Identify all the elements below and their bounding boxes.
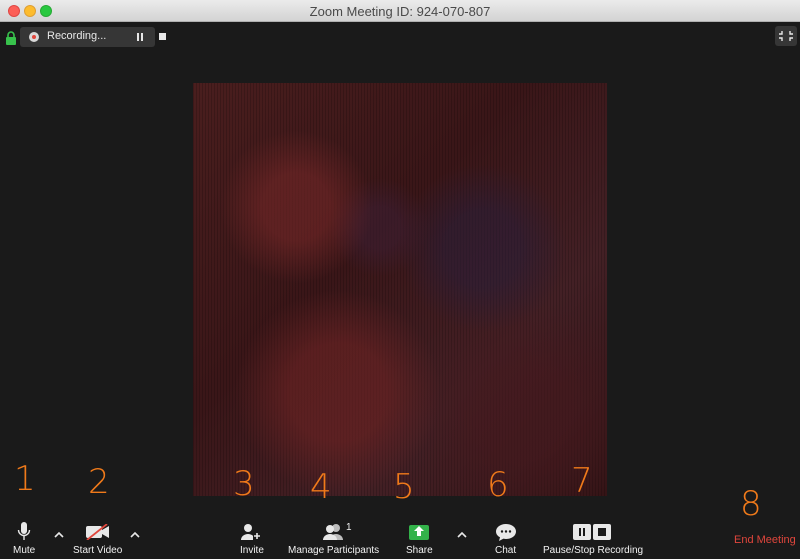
share-screen-icon[interactable] xyxy=(408,521,430,541)
participant-count: 1 xyxy=(346,522,352,533)
exit-fullscreen-icon xyxy=(779,31,793,41)
shared-screen-content xyxy=(193,83,607,496)
chat-button-label[interactable]: Chat xyxy=(495,545,516,556)
recording-dot-icon xyxy=(29,32,39,42)
end-meeting-button[interactable]: End Meeting xyxy=(734,534,796,546)
recording-status: Recording... xyxy=(47,30,107,42)
mute-button-label[interactable]: Mute xyxy=(13,545,35,556)
video-off-icon[interactable] xyxy=(85,524,111,540)
chevron-up-icon[interactable] xyxy=(54,530,64,540)
chat-bubble-icon[interactable] xyxy=(495,522,517,542)
chevron-up-icon[interactable] xyxy=(130,530,140,540)
microphone-icon[interactable] xyxy=(17,521,31,543)
exit-fullscreen-button[interactable] xyxy=(775,26,797,46)
share-button-label[interactable]: Share xyxy=(406,545,433,556)
chevron-up-icon[interactable] xyxy=(457,530,467,540)
annotation-number: 2 xyxy=(88,462,110,502)
add-user-icon[interactable] xyxy=(240,523,262,541)
annotation-number: 5 xyxy=(393,467,415,507)
lock-icon[interactable] xyxy=(5,31,17,45)
recording-indicator: Recording... xyxy=(20,27,166,47)
window-title: Zoom Meeting ID: 924-070-807 xyxy=(309,4,491,19)
annotation-number: 3 xyxy=(233,464,255,504)
annotation-number: 7 xyxy=(571,461,593,501)
annotation-number: 6 xyxy=(487,465,509,505)
participants-icon[interactable] xyxy=(321,523,345,541)
pause-stop-icon[interactable] xyxy=(573,524,611,540)
manage-participants-button-label[interactable]: Manage Participants xyxy=(288,545,379,556)
window-titlebar: Zoom Meeting ID: 924-070-807 xyxy=(0,0,800,22)
annotation-number: 1 xyxy=(14,459,36,499)
stop-recording-icon[interactable] xyxy=(159,33,166,40)
pause-recording-icon[interactable] xyxy=(137,33,145,41)
pause-stop-recording-button-label[interactable]: Pause/Stop Recording xyxy=(543,545,643,556)
invite-button-label[interactable]: Invite xyxy=(240,545,264,556)
annotation-number: 4 xyxy=(310,467,332,507)
annotation-number: 8 xyxy=(740,484,762,524)
start-video-button-label[interactable]: Start Video xyxy=(73,545,122,556)
